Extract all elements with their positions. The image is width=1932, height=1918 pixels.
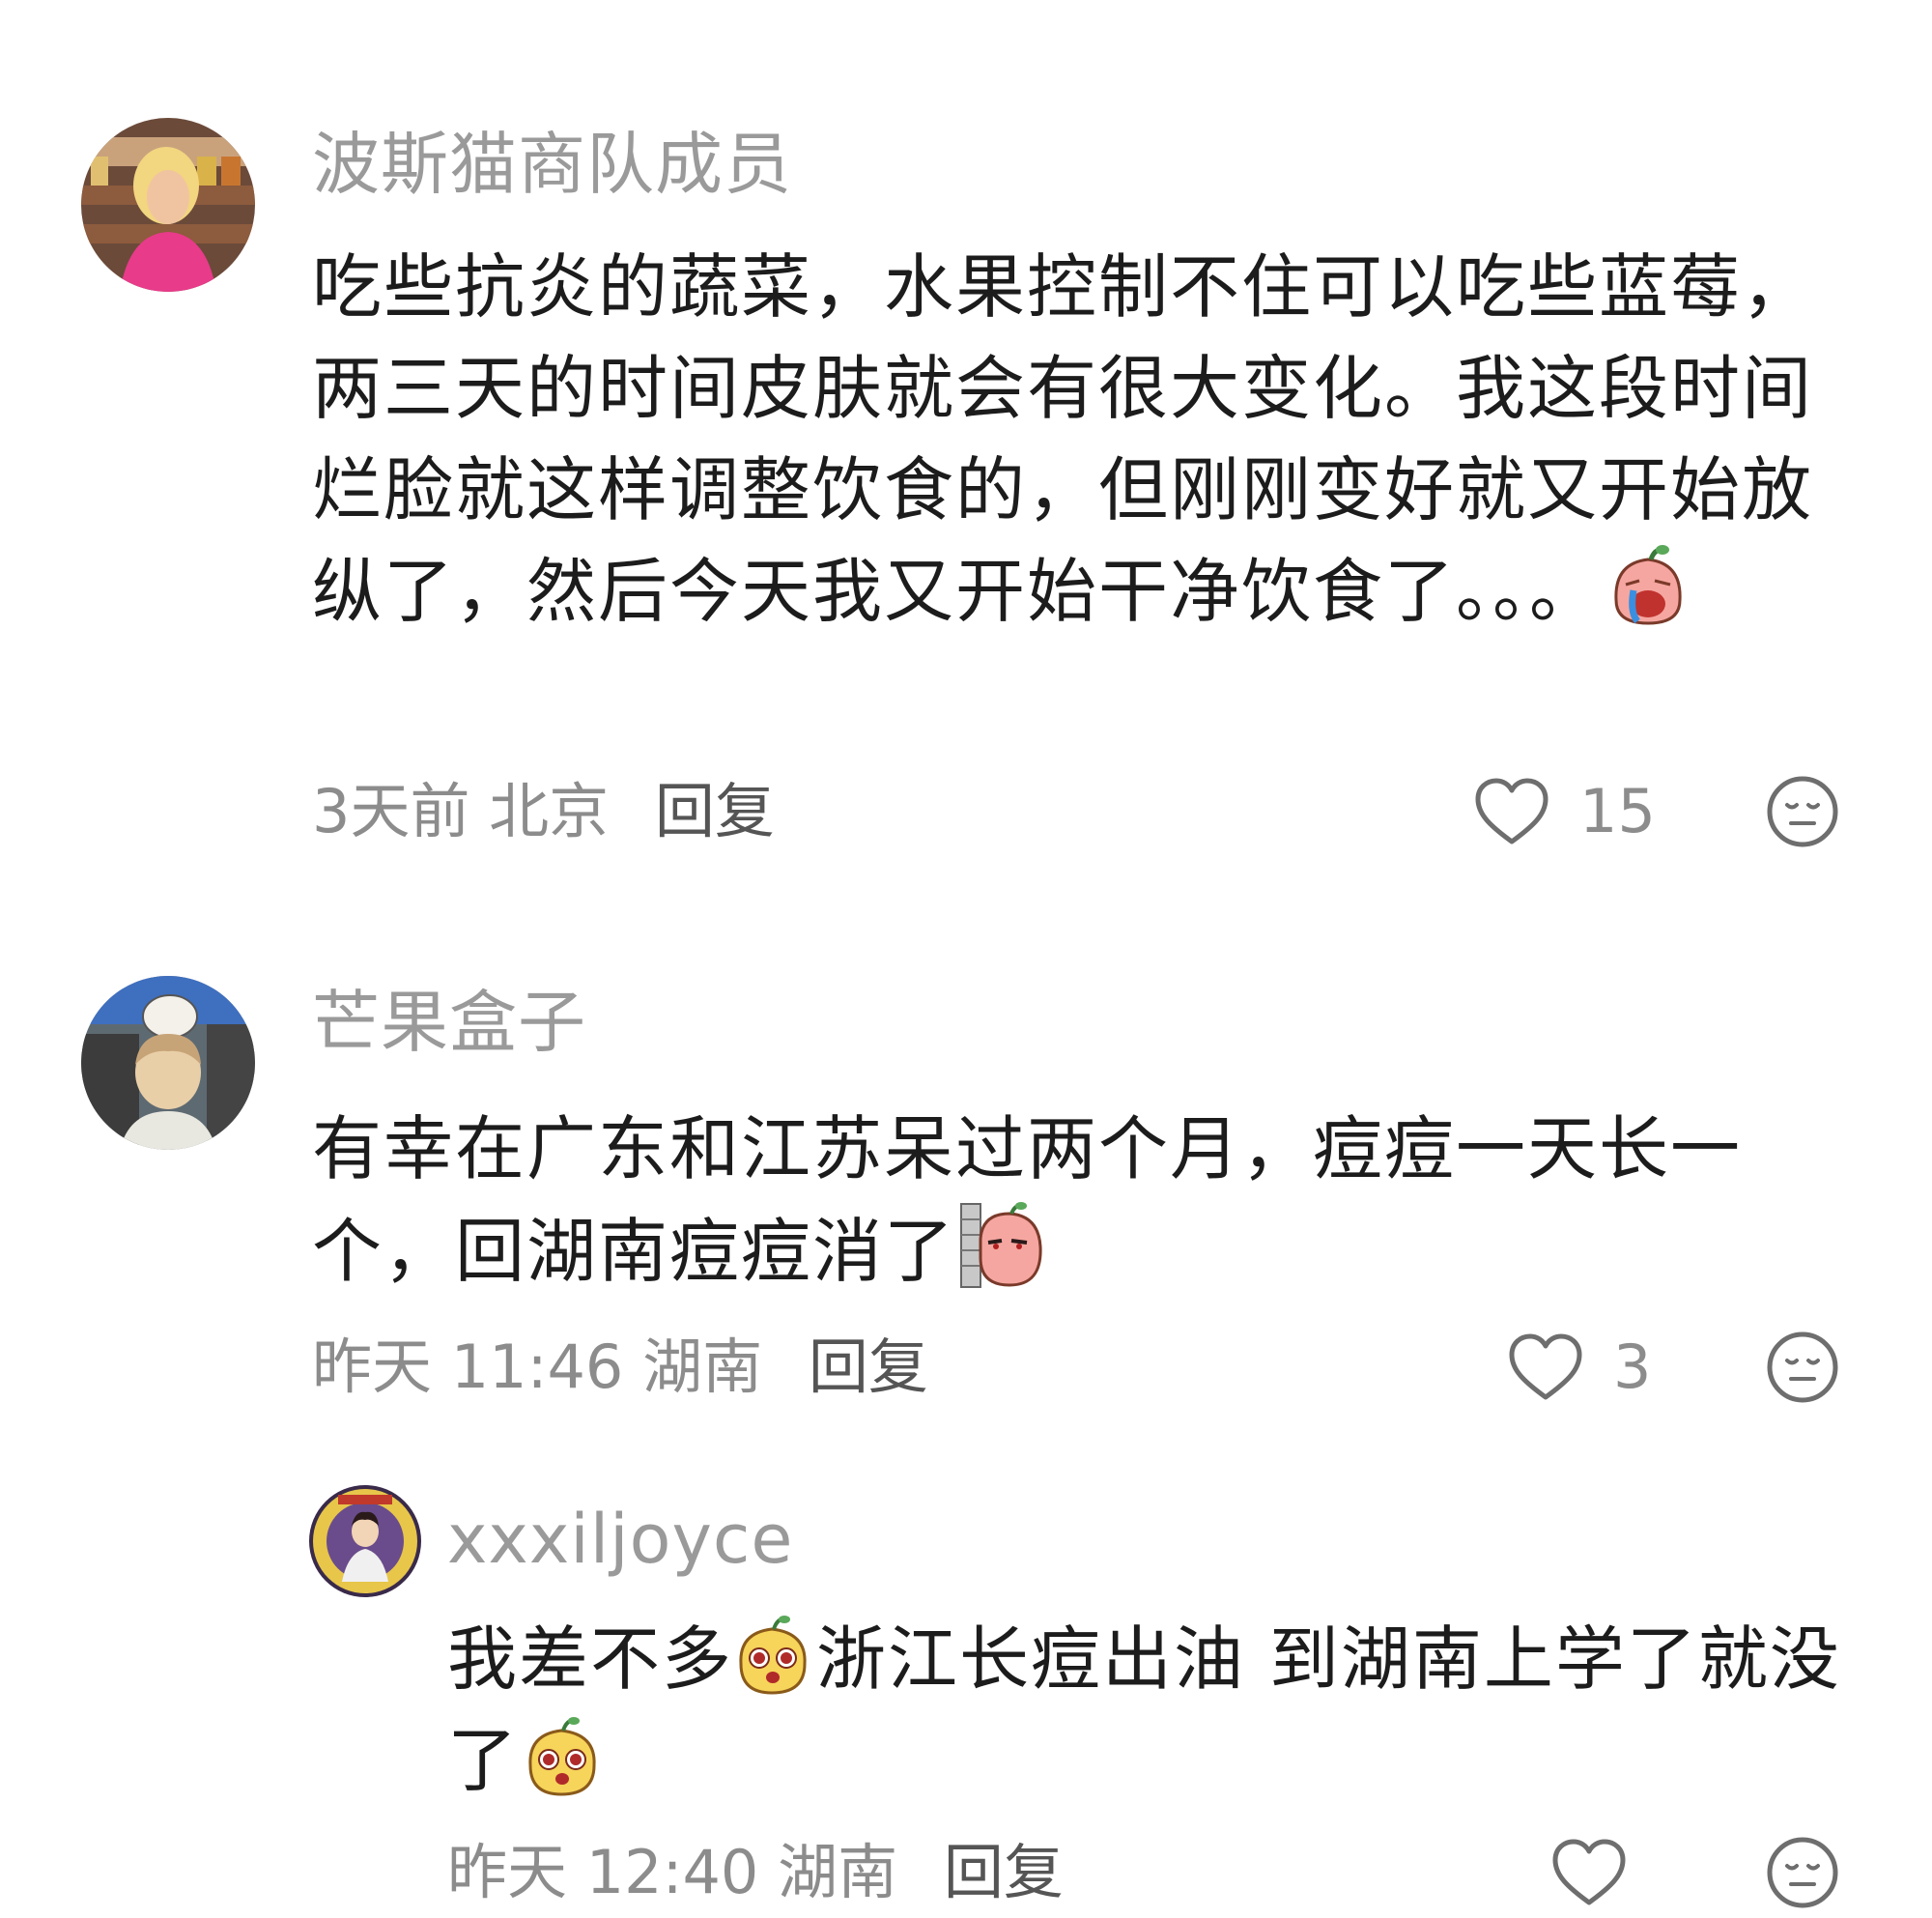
avatar-image xyxy=(309,1485,421,1597)
like-button[interactable] xyxy=(1550,1829,1628,1916)
comment-meta: 昨天 12:40 湖南 回复 xyxy=(447,1834,1064,1911)
pleading-face-emoji-icon xyxy=(523,1715,602,1798)
user-avatar[interactable] xyxy=(309,1485,421,1597)
comment-text: 我差不多 浙江长痘出油 到湖南上学了就没了 xyxy=(447,1609,1858,1812)
comment-location: 湖南 xyxy=(778,1837,898,1907)
dislike-button[interactable] xyxy=(1766,1836,1839,1909)
heart-icon xyxy=(1552,1839,1626,1905)
pleading-face-emoji-icon xyxy=(733,1614,812,1697)
comment-time: 昨天 12:40 xyxy=(447,1837,759,1907)
comment-text-part1: 我差不多 xyxy=(447,1618,734,1700)
meh-face-icon xyxy=(1767,1837,1838,1908)
reply-button[interactable]: 回复 xyxy=(944,1837,1064,1907)
username[interactable]: xxxiljoyce xyxy=(447,1496,793,1583)
reply-comment-item: xxxiljoyce 我差不多 浙江长痘出油 到湖南上学了就没了 昨天 12:4… xyxy=(0,0,1932,1918)
